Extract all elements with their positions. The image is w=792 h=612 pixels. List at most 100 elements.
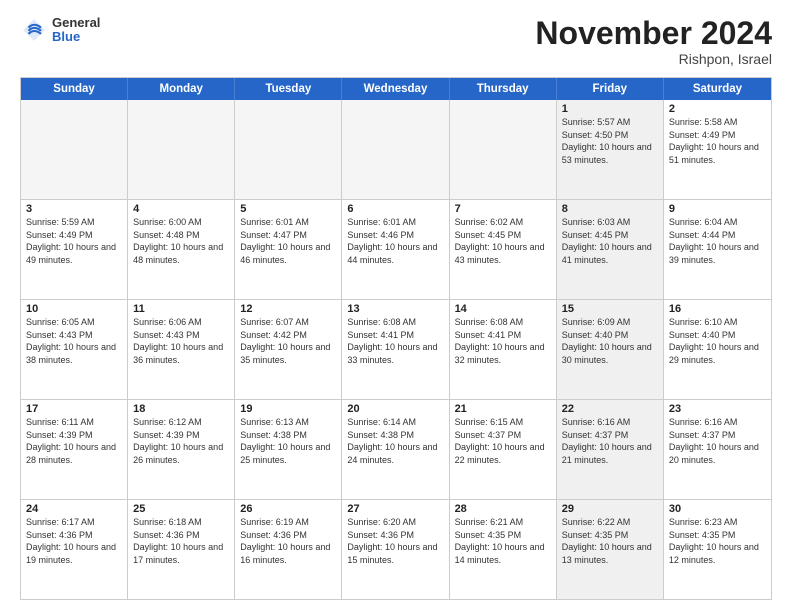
calendar-cell: 18Sunrise: 6:12 AM Sunset: 4:39 PM Dayli… [128, 400, 235, 499]
day-info: Sunrise: 6:21 AM Sunset: 4:35 PM Dayligh… [455, 516, 551, 566]
day-number: 18 [133, 403, 229, 415]
calendar-cell: 25Sunrise: 6:18 AM Sunset: 4:36 PM Dayli… [128, 500, 235, 599]
logo-icon [20, 16, 48, 44]
day-number: 23 [669, 403, 766, 415]
calendar-row-4: 24Sunrise: 6:17 AM Sunset: 4:36 PM Dayli… [21, 500, 771, 599]
calendar-cell: 8Sunrise: 6:03 AM Sunset: 4:45 PM Daylig… [557, 200, 664, 299]
day-info: Sunrise: 6:13 AM Sunset: 4:38 PM Dayligh… [240, 416, 336, 466]
calendar-cell: 13Sunrise: 6:08 AM Sunset: 4:41 PM Dayli… [342, 300, 449, 399]
calendar-cell: 17Sunrise: 6:11 AM Sunset: 4:39 PM Dayli… [21, 400, 128, 499]
calendar-body: 1Sunrise: 5:57 AM Sunset: 4:50 PM Daylig… [21, 100, 771, 599]
calendar-cell [21, 100, 128, 199]
calendar-cell: 30Sunrise: 6:23 AM Sunset: 4:35 PM Dayli… [664, 500, 771, 599]
day-number: 11 [133, 303, 229, 315]
day-info: Sunrise: 6:04 AM Sunset: 4:44 PM Dayligh… [669, 216, 766, 266]
header-day-sunday: Sunday [21, 78, 128, 100]
page: General Blue November 2024 Rishpon, Isra… [0, 0, 792, 612]
day-number: 16 [669, 303, 766, 315]
calendar-cell: 16Sunrise: 6:10 AM Sunset: 4:40 PM Dayli… [664, 300, 771, 399]
logo-text: General Blue [52, 16, 100, 45]
header-day-friday: Friday [557, 78, 664, 100]
day-info: Sunrise: 6:20 AM Sunset: 4:36 PM Dayligh… [347, 516, 443, 566]
location: Rishpon, Israel [535, 51, 772, 67]
day-number: 15 [562, 303, 658, 315]
day-number: 14 [455, 303, 551, 315]
calendar-cell: 23Sunrise: 6:16 AM Sunset: 4:37 PM Dayli… [664, 400, 771, 499]
calendar-cell: 24Sunrise: 6:17 AM Sunset: 4:36 PM Dayli… [21, 500, 128, 599]
calendar-cell: 1Sunrise: 5:57 AM Sunset: 4:50 PM Daylig… [557, 100, 664, 199]
day-number: 27 [347, 503, 443, 515]
header: General Blue November 2024 Rishpon, Isra… [20, 16, 772, 67]
day-number: 26 [240, 503, 336, 515]
day-info: Sunrise: 6:00 AM Sunset: 4:48 PM Dayligh… [133, 216, 229, 266]
day-number: 5 [240, 203, 336, 215]
calendar-cell: 11Sunrise: 6:06 AM Sunset: 4:43 PM Dayli… [128, 300, 235, 399]
day-number: 13 [347, 303, 443, 315]
header-day-thursday: Thursday [450, 78, 557, 100]
day-number: 24 [26, 503, 122, 515]
calendar-cell: 28Sunrise: 6:21 AM Sunset: 4:35 PM Dayli… [450, 500, 557, 599]
day-info: Sunrise: 6:16 AM Sunset: 4:37 PM Dayligh… [669, 416, 766, 466]
day-info: Sunrise: 6:17 AM Sunset: 4:36 PM Dayligh… [26, 516, 122, 566]
day-number: 19 [240, 403, 336, 415]
day-info: Sunrise: 6:11 AM Sunset: 4:39 PM Dayligh… [26, 416, 122, 466]
day-number: 7 [455, 203, 551, 215]
calendar-row-1: 3Sunrise: 5:59 AM Sunset: 4:49 PM Daylig… [21, 200, 771, 300]
calendar-cell: 29Sunrise: 6:22 AM Sunset: 4:35 PM Dayli… [557, 500, 664, 599]
calendar-row-0: 1Sunrise: 5:57 AM Sunset: 4:50 PM Daylig… [21, 100, 771, 200]
day-info: Sunrise: 6:12 AM Sunset: 4:39 PM Dayligh… [133, 416, 229, 466]
day-number: 22 [562, 403, 658, 415]
calendar-cell: 15Sunrise: 6:09 AM Sunset: 4:40 PM Dayli… [557, 300, 664, 399]
day-info: Sunrise: 6:10 AM Sunset: 4:40 PM Dayligh… [669, 316, 766, 366]
calendar-cell: 26Sunrise: 6:19 AM Sunset: 4:36 PM Dayli… [235, 500, 342, 599]
day-info: Sunrise: 6:02 AM Sunset: 4:45 PM Dayligh… [455, 216, 551, 266]
day-number: 28 [455, 503, 551, 515]
day-info: Sunrise: 6:06 AM Sunset: 4:43 PM Dayligh… [133, 316, 229, 366]
day-info: Sunrise: 6:18 AM Sunset: 4:36 PM Dayligh… [133, 516, 229, 566]
logo: General Blue [20, 16, 100, 45]
calendar-cell: 3Sunrise: 5:59 AM Sunset: 4:49 PM Daylig… [21, 200, 128, 299]
header-day-monday: Monday [128, 78, 235, 100]
calendar-cell: 21Sunrise: 6:15 AM Sunset: 4:37 PM Dayli… [450, 400, 557, 499]
calendar-cell: 4Sunrise: 6:00 AM Sunset: 4:48 PM Daylig… [128, 200, 235, 299]
calendar-cell: 9Sunrise: 6:04 AM Sunset: 4:44 PM Daylig… [664, 200, 771, 299]
calendar: SundayMondayTuesdayWednesdayThursdayFrid… [20, 77, 772, 600]
day-info: Sunrise: 6:01 AM Sunset: 4:46 PM Dayligh… [347, 216, 443, 266]
day-info: Sunrise: 5:57 AM Sunset: 4:50 PM Dayligh… [562, 116, 658, 166]
calendar-header: SundayMondayTuesdayWednesdayThursdayFrid… [21, 78, 771, 100]
day-info: Sunrise: 6:15 AM Sunset: 4:37 PM Dayligh… [455, 416, 551, 466]
calendar-cell: 7Sunrise: 6:02 AM Sunset: 4:45 PM Daylig… [450, 200, 557, 299]
day-info: Sunrise: 6:16 AM Sunset: 4:37 PM Dayligh… [562, 416, 658, 466]
calendar-cell [450, 100, 557, 199]
day-info: Sunrise: 6:22 AM Sunset: 4:35 PM Dayligh… [562, 516, 658, 566]
calendar-cell: 27Sunrise: 6:20 AM Sunset: 4:36 PM Dayli… [342, 500, 449, 599]
day-number: 8 [562, 203, 658, 215]
header-day-tuesday: Tuesday [235, 78, 342, 100]
day-number: 10 [26, 303, 122, 315]
calendar-row-2: 10Sunrise: 6:05 AM Sunset: 4:43 PM Dayli… [21, 300, 771, 400]
day-number: 2 [669, 103, 766, 115]
day-number: 21 [455, 403, 551, 415]
day-number: 30 [669, 503, 766, 515]
calendar-cell [128, 100, 235, 199]
day-number: 29 [562, 503, 658, 515]
title-block: November 2024 Rishpon, Israel [535, 16, 772, 67]
calendar-cell: 14Sunrise: 6:08 AM Sunset: 4:41 PM Dayli… [450, 300, 557, 399]
logo-blue: Blue [52, 30, 100, 44]
day-number: 20 [347, 403, 443, 415]
day-info: Sunrise: 6:08 AM Sunset: 4:41 PM Dayligh… [455, 316, 551, 366]
day-number: 4 [133, 203, 229, 215]
calendar-cell [342, 100, 449, 199]
calendar-cell: 6Sunrise: 6:01 AM Sunset: 4:46 PM Daylig… [342, 200, 449, 299]
calendar-cell: 12Sunrise: 6:07 AM Sunset: 4:42 PM Dayli… [235, 300, 342, 399]
day-info: Sunrise: 6:01 AM Sunset: 4:47 PM Dayligh… [240, 216, 336, 266]
calendar-cell: 5Sunrise: 6:01 AM Sunset: 4:47 PM Daylig… [235, 200, 342, 299]
day-info: Sunrise: 6:14 AM Sunset: 4:38 PM Dayligh… [347, 416, 443, 466]
day-number: 25 [133, 503, 229, 515]
day-info: Sunrise: 6:05 AM Sunset: 4:43 PM Dayligh… [26, 316, 122, 366]
calendar-cell: 20Sunrise: 6:14 AM Sunset: 4:38 PM Dayli… [342, 400, 449, 499]
month-title: November 2024 [535, 16, 772, 51]
day-number: 12 [240, 303, 336, 315]
logo-general: General [52, 16, 100, 30]
day-info: Sunrise: 6:19 AM Sunset: 4:36 PM Dayligh… [240, 516, 336, 566]
